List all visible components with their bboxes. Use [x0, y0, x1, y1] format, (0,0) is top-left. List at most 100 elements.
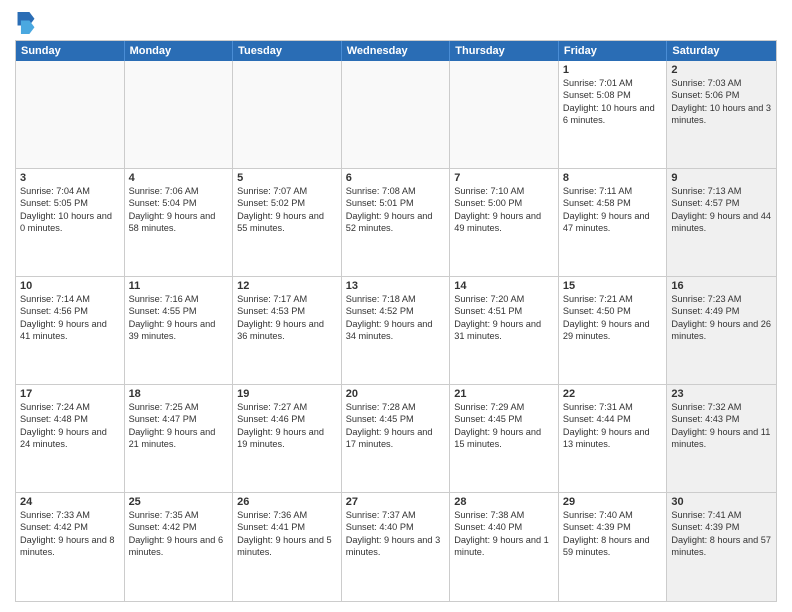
cell-info: Sunrise: 7:25 AM Sunset: 4:47 PM Dayligh… — [129, 401, 229, 451]
calendar-row-2: 10Sunrise: 7:14 AM Sunset: 4:56 PM Dayli… — [16, 277, 776, 385]
cell-info: Sunrise: 7:10 AM Sunset: 5:00 PM Dayligh… — [454, 185, 554, 235]
day-number: 25 — [129, 496, 229, 508]
cal-cell-15: 15Sunrise: 7:21 AM Sunset: 4:50 PM Dayli… — [559, 277, 668, 384]
day-number: 19 — [237, 388, 337, 400]
day-number: 11 — [129, 280, 229, 292]
cell-info: Sunrise: 7:37 AM Sunset: 4:40 PM Dayligh… — [346, 509, 446, 559]
cal-cell-18: 18Sunrise: 7:25 AM Sunset: 4:47 PM Dayli… — [125, 385, 234, 492]
cal-cell-11: 11Sunrise: 7:16 AM Sunset: 4:55 PM Dayli… — [125, 277, 234, 384]
day-number: 23 — [671, 388, 772, 400]
cell-info: Sunrise: 7:31 AM Sunset: 4:44 PM Dayligh… — [563, 401, 663, 451]
day-number: 12 — [237, 280, 337, 292]
cell-info: Sunrise: 7:27 AM Sunset: 4:46 PM Dayligh… — [237, 401, 337, 451]
cell-info: Sunrise: 7:24 AM Sunset: 4:48 PM Dayligh… — [20, 401, 120, 451]
cal-cell-7: 7Sunrise: 7:10 AM Sunset: 5:00 PM Daylig… — [450, 169, 559, 276]
cell-info: Sunrise: 7:38 AM Sunset: 4:40 PM Dayligh… — [454, 509, 554, 559]
header-day-wednesday: Wednesday — [342, 41, 451, 61]
day-number: 22 — [563, 388, 663, 400]
cell-info: Sunrise: 7:32 AM Sunset: 4:43 PM Dayligh… — [671, 401, 772, 451]
cal-cell-12: 12Sunrise: 7:17 AM Sunset: 4:53 PM Dayli… — [233, 277, 342, 384]
cal-cell-24: 24Sunrise: 7:33 AM Sunset: 4:42 PM Dayli… — [16, 493, 125, 601]
cell-info: Sunrise: 7:01 AM Sunset: 5:08 PM Dayligh… — [563, 77, 663, 127]
day-number: 1 — [563, 64, 663, 76]
cal-cell-empty-0-4 — [450, 61, 559, 168]
calendar-header: SundayMondayTuesdayWednesdayThursdayFrid… — [16, 41, 776, 61]
cal-cell-4: 4Sunrise: 7:06 AM Sunset: 5:04 PM Daylig… — [125, 169, 234, 276]
cell-info: Sunrise: 7:18 AM Sunset: 4:52 PM Dayligh… — [346, 293, 446, 343]
cal-cell-9: 9Sunrise: 7:13 AM Sunset: 4:57 PM Daylig… — [667, 169, 776, 276]
cell-info: Sunrise: 7:16 AM Sunset: 4:55 PM Dayligh… — [129, 293, 229, 343]
day-number: 21 — [454, 388, 554, 400]
cell-info: Sunrise: 7:40 AM Sunset: 4:39 PM Dayligh… — [563, 509, 663, 559]
day-number: 10 — [20, 280, 120, 292]
cal-cell-22: 22Sunrise: 7:31 AM Sunset: 4:44 PM Dayli… — [559, 385, 668, 492]
cal-cell-8: 8Sunrise: 7:11 AM Sunset: 4:58 PM Daylig… — [559, 169, 668, 276]
cal-cell-empty-0-1 — [125, 61, 234, 168]
day-number: 6 — [346, 172, 446, 184]
cell-info: Sunrise: 7:35 AM Sunset: 4:42 PM Dayligh… — [129, 509, 229, 559]
cal-cell-21: 21Sunrise: 7:29 AM Sunset: 4:45 PM Dayli… — [450, 385, 559, 492]
cell-info: Sunrise: 7:33 AM Sunset: 4:42 PM Dayligh… — [20, 509, 120, 559]
cell-info: Sunrise: 7:11 AM Sunset: 4:58 PM Dayligh… — [563, 185, 663, 235]
header-day-saturday: Saturday — [667, 41, 776, 61]
cal-cell-3: 3Sunrise: 7:04 AM Sunset: 5:05 PM Daylig… — [16, 169, 125, 276]
cal-cell-30: 30Sunrise: 7:41 AM Sunset: 4:39 PM Dayli… — [667, 493, 776, 601]
header-day-monday: Monday — [125, 41, 234, 61]
cal-cell-10: 10Sunrise: 7:14 AM Sunset: 4:56 PM Dayli… — [16, 277, 125, 384]
day-number: 8 — [563, 172, 663, 184]
day-number: 24 — [20, 496, 120, 508]
day-number: 3 — [20, 172, 120, 184]
calendar: SundayMondayTuesdayWednesdayThursdayFrid… — [15, 40, 777, 602]
day-number: 13 — [346, 280, 446, 292]
day-number: 29 — [563, 496, 663, 508]
day-number: 30 — [671, 496, 772, 508]
cell-info: Sunrise: 7:07 AM Sunset: 5:02 PM Dayligh… — [237, 185, 337, 235]
cal-cell-14: 14Sunrise: 7:20 AM Sunset: 4:51 PM Dayli… — [450, 277, 559, 384]
day-number: 14 — [454, 280, 554, 292]
cal-cell-empty-0-0 — [16, 61, 125, 168]
cal-cell-27: 27Sunrise: 7:37 AM Sunset: 4:40 PM Dayli… — [342, 493, 451, 601]
cell-info: Sunrise: 7:14 AM Sunset: 4:56 PM Dayligh… — [20, 293, 120, 343]
cal-cell-6: 6Sunrise: 7:08 AM Sunset: 5:01 PM Daylig… — [342, 169, 451, 276]
cell-info: Sunrise: 7:20 AM Sunset: 4:51 PM Dayligh… — [454, 293, 554, 343]
cal-cell-20: 20Sunrise: 7:28 AM Sunset: 4:45 PM Dayli… — [342, 385, 451, 492]
calendar-row-3: 17Sunrise: 7:24 AM Sunset: 4:48 PM Dayli… — [16, 385, 776, 493]
cal-cell-23: 23Sunrise: 7:32 AM Sunset: 4:43 PM Dayli… — [667, 385, 776, 492]
day-number: 18 — [129, 388, 229, 400]
header-day-tuesday: Tuesday — [233, 41, 342, 61]
header-day-sunday: Sunday — [16, 41, 125, 61]
page-header — [15, 10, 777, 34]
cal-cell-29: 29Sunrise: 7:40 AM Sunset: 4:39 PM Dayli… — [559, 493, 668, 601]
header-day-friday: Friday — [559, 41, 668, 61]
cal-cell-13: 13Sunrise: 7:18 AM Sunset: 4:52 PM Dayli… — [342, 277, 451, 384]
cal-cell-17: 17Sunrise: 7:24 AM Sunset: 4:48 PM Dayli… — [16, 385, 125, 492]
cal-cell-2: 2Sunrise: 7:03 AM Sunset: 5:06 PM Daylig… — [667, 61, 776, 168]
calendar-row-0: 1Sunrise: 7:01 AM Sunset: 5:08 PM Daylig… — [16, 61, 776, 169]
cal-cell-19: 19Sunrise: 7:27 AM Sunset: 4:46 PM Dayli… — [233, 385, 342, 492]
cal-cell-26: 26Sunrise: 7:36 AM Sunset: 4:41 PM Dayli… — [233, 493, 342, 601]
day-number: 16 — [671, 280, 772, 292]
cell-info: Sunrise: 7:08 AM Sunset: 5:01 PM Dayligh… — [346, 185, 446, 235]
day-number: 7 — [454, 172, 554, 184]
cell-info: Sunrise: 7:04 AM Sunset: 5:05 PM Dayligh… — [20, 185, 120, 235]
cell-info: Sunrise: 7:06 AM Sunset: 5:04 PM Dayligh… — [129, 185, 229, 235]
logo — [15, 14, 35, 34]
day-number: 9 — [671, 172, 772, 184]
cell-info: Sunrise: 7:41 AM Sunset: 4:39 PM Dayligh… — [671, 509, 772, 559]
header-day-thursday: Thursday — [450, 41, 559, 61]
day-number: 5 — [237, 172, 337, 184]
cal-cell-16: 16Sunrise: 7:23 AM Sunset: 4:49 PM Dayli… — [667, 277, 776, 384]
calendar-row-1: 3Sunrise: 7:04 AM Sunset: 5:05 PM Daylig… — [16, 169, 776, 277]
cell-info: Sunrise: 7:28 AM Sunset: 4:45 PM Dayligh… — [346, 401, 446, 451]
cal-cell-1: 1Sunrise: 7:01 AM Sunset: 5:08 PM Daylig… — [559, 61, 668, 168]
cell-info: Sunrise: 7:21 AM Sunset: 4:50 PM Dayligh… — [563, 293, 663, 343]
day-number: 4 — [129, 172, 229, 184]
cell-info: Sunrise: 7:23 AM Sunset: 4:49 PM Dayligh… — [671, 293, 772, 343]
logo-icon — [17, 12, 35, 34]
day-number: 27 — [346, 496, 446, 508]
day-number: 15 — [563, 280, 663, 292]
cell-info: Sunrise: 7:29 AM Sunset: 4:45 PM Dayligh… — [454, 401, 554, 451]
day-number: 28 — [454, 496, 554, 508]
day-number: 20 — [346, 388, 446, 400]
cell-info: Sunrise: 7:13 AM Sunset: 4:57 PM Dayligh… — [671, 185, 772, 235]
